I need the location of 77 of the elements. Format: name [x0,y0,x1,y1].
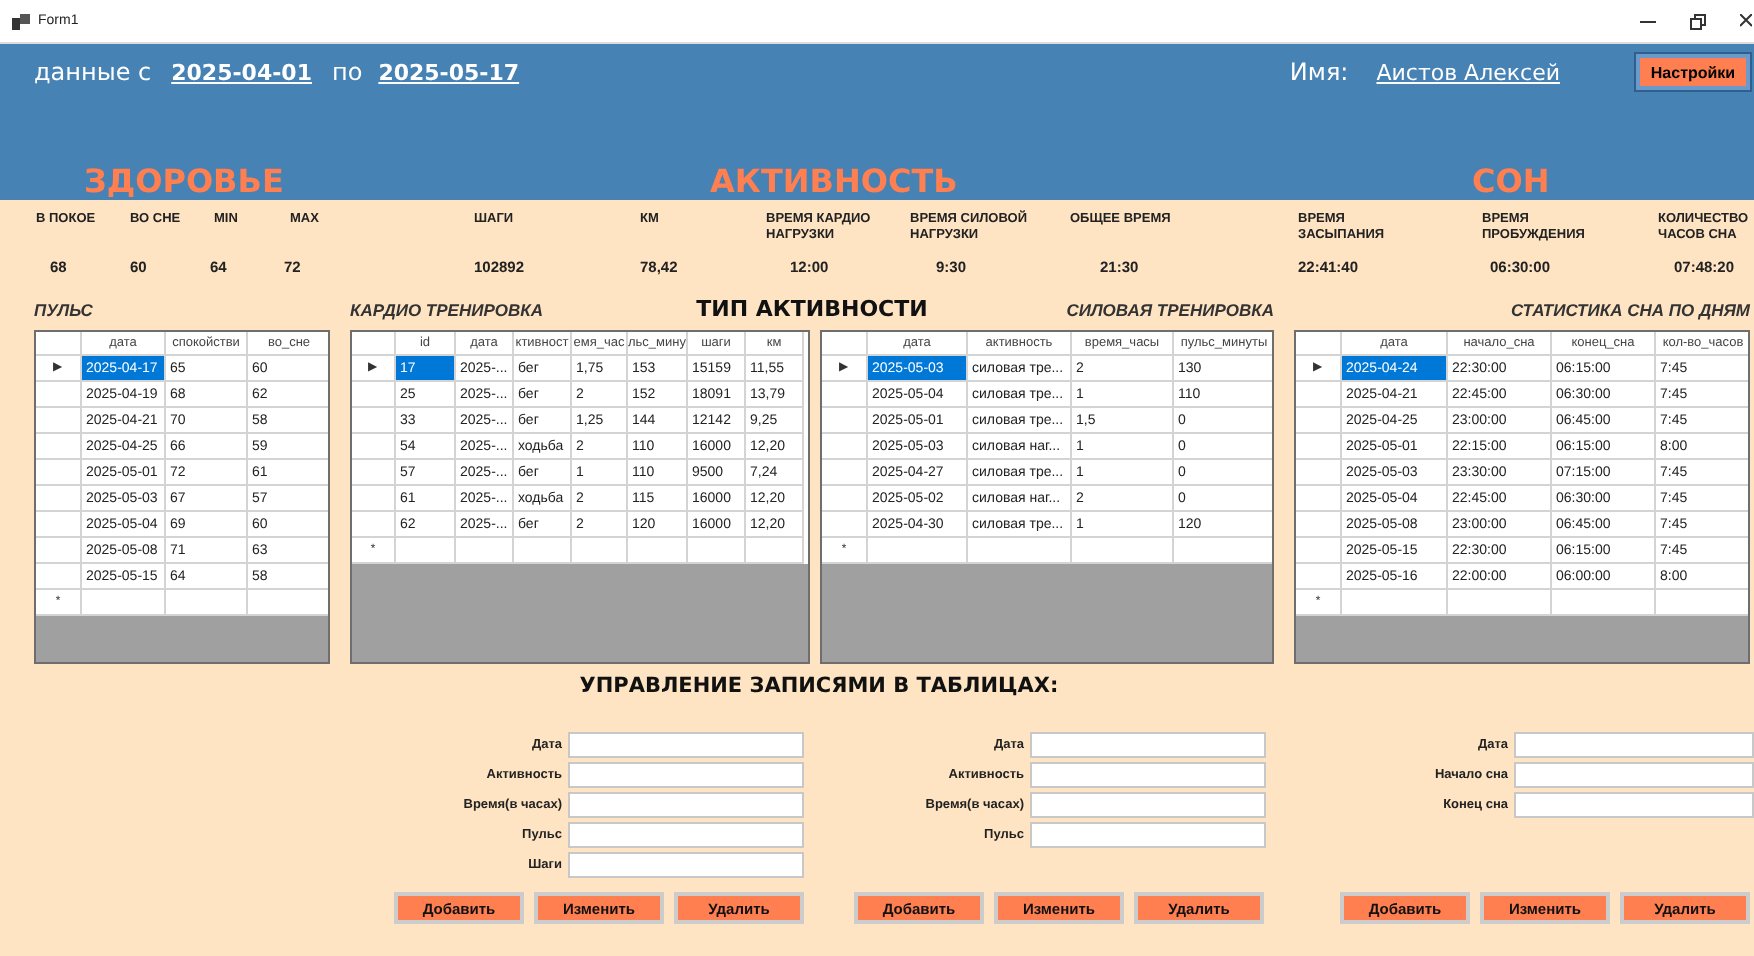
row-header[interactable] [36,538,82,564]
table-cell [456,538,514,564]
table-cell [968,538,1072,564]
input-field[interactable] [1514,732,1754,758]
table-cell [1448,590,1552,616]
row-header[interactable] [1296,512,1342,538]
row-header[interactable] [36,486,82,512]
row-header[interactable] [36,408,82,434]
table-cell [396,538,456,564]
input-field[interactable] [568,762,804,788]
maximize-icon[interactable] [1690,13,1706,29]
row-header[interactable] [822,382,868,408]
table-cell [82,590,166,616]
table-cell [1552,590,1656,616]
input-field[interactable] [568,732,804,758]
table-cell [868,538,968,564]
row-header[interactable] [352,382,396,408]
row-header[interactable] [352,486,396,512]
row-header[interactable] [822,486,868,512]
column-header [352,332,396,356]
row-header[interactable] [1296,408,1342,434]
input-field[interactable] [1030,822,1266,848]
input-field[interactable] [1030,762,1266,788]
date-link[interactable]: 2025-04-01 [171,59,312,85]
section-heading: ТИП АКТИВНОСТИ [696,296,928,322]
table-cell [514,538,572,564]
table-title: ПУЛЬС [34,298,93,320]
input-field[interactable] [568,792,804,818]
name-label: Имя: [1289,58,1349,86]
table-cell [1072,538,1174,564]
section-heading: ЗДОРОВЬЕ [84,162,286,200]
settings-button[interactable]: Настройки [1636,54,1750,90]
to-label: по [332,58,363,86]
table-cell [688,538,746,564]
row-header[interactable] [352,434,396,460]
row-header[interactable] [36,564,82,590]
row-header[interactable] [36,382,82,408]
input-field[interactable] [1514,792,1754,818]
section-heading: АКТИВНОСТЬ [710,162,960,200]
row-header[interactable] [1296,538,1342,564]
section-heading: СОН [1472,162,1550,200]
row-header[interactable] [822,434,868,460]
row-header[interactable] [36,434,82,460]
table-title: СТАТИСТИКА СНА ПО ДНЯМ [1510,298,1750,320]
row-header[interactable] [36,512,82,538]
input-field[interactable] [1030,732,1266,758]
table-title: СИЛОВАЯ ТРЕНИРОВКА [1066,298,1274,320]
row-header[interactable] [1296,460,1342,486]
table-cell [166,590,248,616]
app-icon [12,13,30,29]
row-header[interactable] [1296,564,1342,590]
column-header [36,332,82,356]
date-link[interactable]: 2025-05-17 [378,59,520,85]
row-header[interactable] [822,512,868,538]
period-label: данные с [34,58,152,86]
row-header[interactable] [1296,382,1342,408]
input-field[interactable] [568,852,804,878]
row-header[interactable] [352,460,396,486]
row-header[interactable] [822,460,868,486]
input-field[interactable] [568,822,804,848]
row-header[interactable] [1296,486,1342,512]
table-cell [628,538,688,564]
row-header[interactable] [1296,434,1342,460]
input-field[interactable] [1514,762,1754,788]
table-title: КАРДИО ТРЕНИРОВКА [350,298,544,320]
column-header [1296,332,1342,356]
input-field[interactable] [1030,792,1266,818]
table-cell [1342,590,1448,616]
table-cell [572,538,628,564]
close-icon[interactable] [1740,13,1752,29]
user-name-link[interactable]: Аистов Алексей [1376,59,1560,85]
row-header[interactable] [352,408,396,434]
section-heading: УПРАВЛЕНИЕ ЗАПИСЯМИ В ТАБЛИЦАХ: [579,674,1059,698]
column-header [822,332,868,356]
row-header[interactable] [352,512,396,538]
row-header[interactable] [822,408,868,434]
row-header[interactable] [36,460,82,486]
